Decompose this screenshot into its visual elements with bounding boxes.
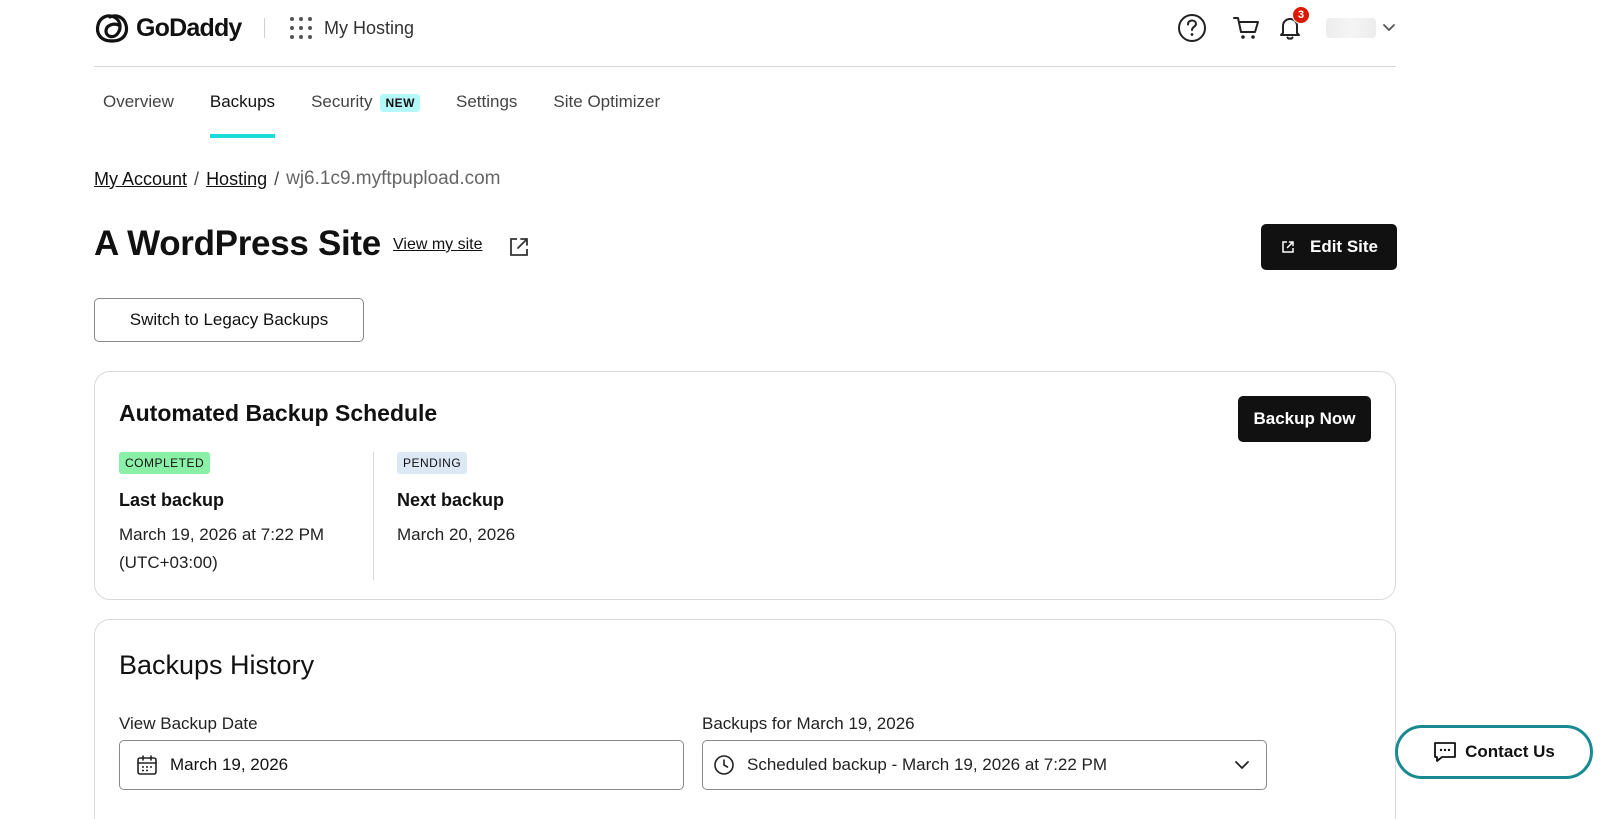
help-icon (1178, 14, 1206, 42)
tab-settings[interactable]: Settings (456, 86, 517, 138)
cart-button[interactable] (1230, 12, 1262, 44)
breadcrumb-my-account[interactable]: My Account (94, 169, 187, 190)
schedule-title: Automated Backup Schedule (119, 400, 438, 426)
next-backup-heading: Next backup (397, 490, 505, 510)
last-backup-section: COMPLETED Last backup March 19, 2026 at … (119, 452, 374, 577)
breadcrumb-separator: / (274, 168, 280, 189)
backup-date-picker[interactable]: March 19, 2026 (119, 740, 684, 790)
notifications-button[interactable]: 3 (1274, 6, 1310, 44)
automated-backup-schedule-card: Automated Backup Schedule Backup Now COM… (94, 371, 1396, 600)
tab-label: Site Optimizer (553, 92, 661, 111)
tab-backups[interactable]: Backups (209, 86, 276, 138)
view-my-site-link[interactable]: View my site (393, 236, 483, 254)
external-link-icon (1282, 241, 1294, 253)
status-divider (373, 452, 374, 580)
new-badge: NEW (380, 94, 420, 112)
backup-select-dropdown[interactable]: Scheduled backup - March 19, 2026 at 7:2… (702, 740, 1267, 790)
contact-us-button[interactable]: Contact Us (1395, 725, 1593, 779)
tab-label: Security (311, 92, 373, 111)
backup-date-value: March 19, 2026 (170, 755, 289, 774)
backups-history-card: Backups History View Backup Date Backups… (94, 619, 1396, 819)
help-button[interactable] (1176, 12, 1208, 44)
top-bar: GoDaddy My Hosting 3 (94, 0, 1396, 67)
tab-overview[interactable]: Overview (103, 86, 174, 138)
app-switcher-label: My Hosting (324, 17, 415, 38)
header-actions: 3 (1176, 6, 1396, 44)
last-backup-heading: Last backup (119, 490, 225, 510)
breadcrumb: My Account / Hosting / wj6.1c9.myftpuplo… (94, 168, 501, 190)
external-link-icon[interactable] (507, 235, 531, 259)
backups-history-title: Backups History (119, 650, 315, 680)
tab-site-optimizer[interactable]: Site Optimizer (553, 86, 660, 138)
tab-label: Backups (209, 92, 276, 111)
breadcrumb-separator: / (194, 168, 200, 189)
switch-to-legacy-backups-button[interactable]: Switch to Legacy Backups (94, 298, 364, 342)
last-backup-timezone: (UTC+03:00) (119, 553, 218, 572)
account-menu[interactable] (1326, 18, 1396, 38)
cart-icon (1233, 17, 1259, 39)
hosting-tabs: Overview Backups Security NEW Settings S… (103, 86, 696, 138)
chevron-down-icon (1235, 761, 1249, 770)
pending-status-badge: PENDING (397, 452, 468, 474)
breadcrumb-hosting[interactable]: Hosting (206, 169, 267, 190)
selected-backup-value: Scheduled backup - March 19, 2026 at 7:2… (747, 755, 1108, 774)
tab-label: Settings (455, 92, 518, 111)
backup-now-button[interactable]: Backup Now (1238, 396, 1371, 442)
edit-site-button[interactable]: Edit Site (1261, 224, 1397, 270)
notification-count-badge: 3 (1292, 6, 1310, 24)
chevron-down-icon (1383, 24, 1395, 32)
calendar-icon (137, 755, 157, 775)
header-divider (264, 18, 265, 38)
apps-grid-icon (290, 17, 312, 39)
last-backup-datetime: March 19, 2026 at 7:22 PM (119, 525, 325, 544)
edit-site-label: Edit Site (1309, 237, 1378, 256)
account-name-redacted (1326, 18, 1376, 38)
backups-for-date-label: Backups for March 19, 2026 (702, 714, 915, 733)
godaddy-logo-icon (95, 14, 129, 43)
brand-name: GoDaddy (136, 13, 242, 42)
page-title: A WordPress Site (94, 224, 381, 263)
app-switcher[interactable]: My Hosting (290, 17, 414, 39)
view-backup-date-label: View Backup Date (119, 714, 258, 733)
next-backup-section: PENDING Next backup March 20, 2026 (397, 452, 697, 549)
breadcrumb-current-domain: wj6.1c9.myftpupload.com (286, 168, 501, 189)
last-backup-date: March 19, 2026 at 7:22 PM (UTC+03:00) (119, 521, 374, 577)
contact-us-label: Contact Us (1465, 742, 1555, 761)
chat-icon (1434, 742, 1457, 762)
tab-security[interactable]: Security NEW (311, 86, 420, 138)
tab-label: Overview (103, 92, 174, 111)
completed-status-badge: COMPLETED (119, 452, 211, 474)
clock-icon (714, 755, 734, 775)
godaddy-logo[interactable]: GoDaddy (94, 11, 242, 45)
next-backup-date: March 20, 2026 (397, 525, 516, 544)
